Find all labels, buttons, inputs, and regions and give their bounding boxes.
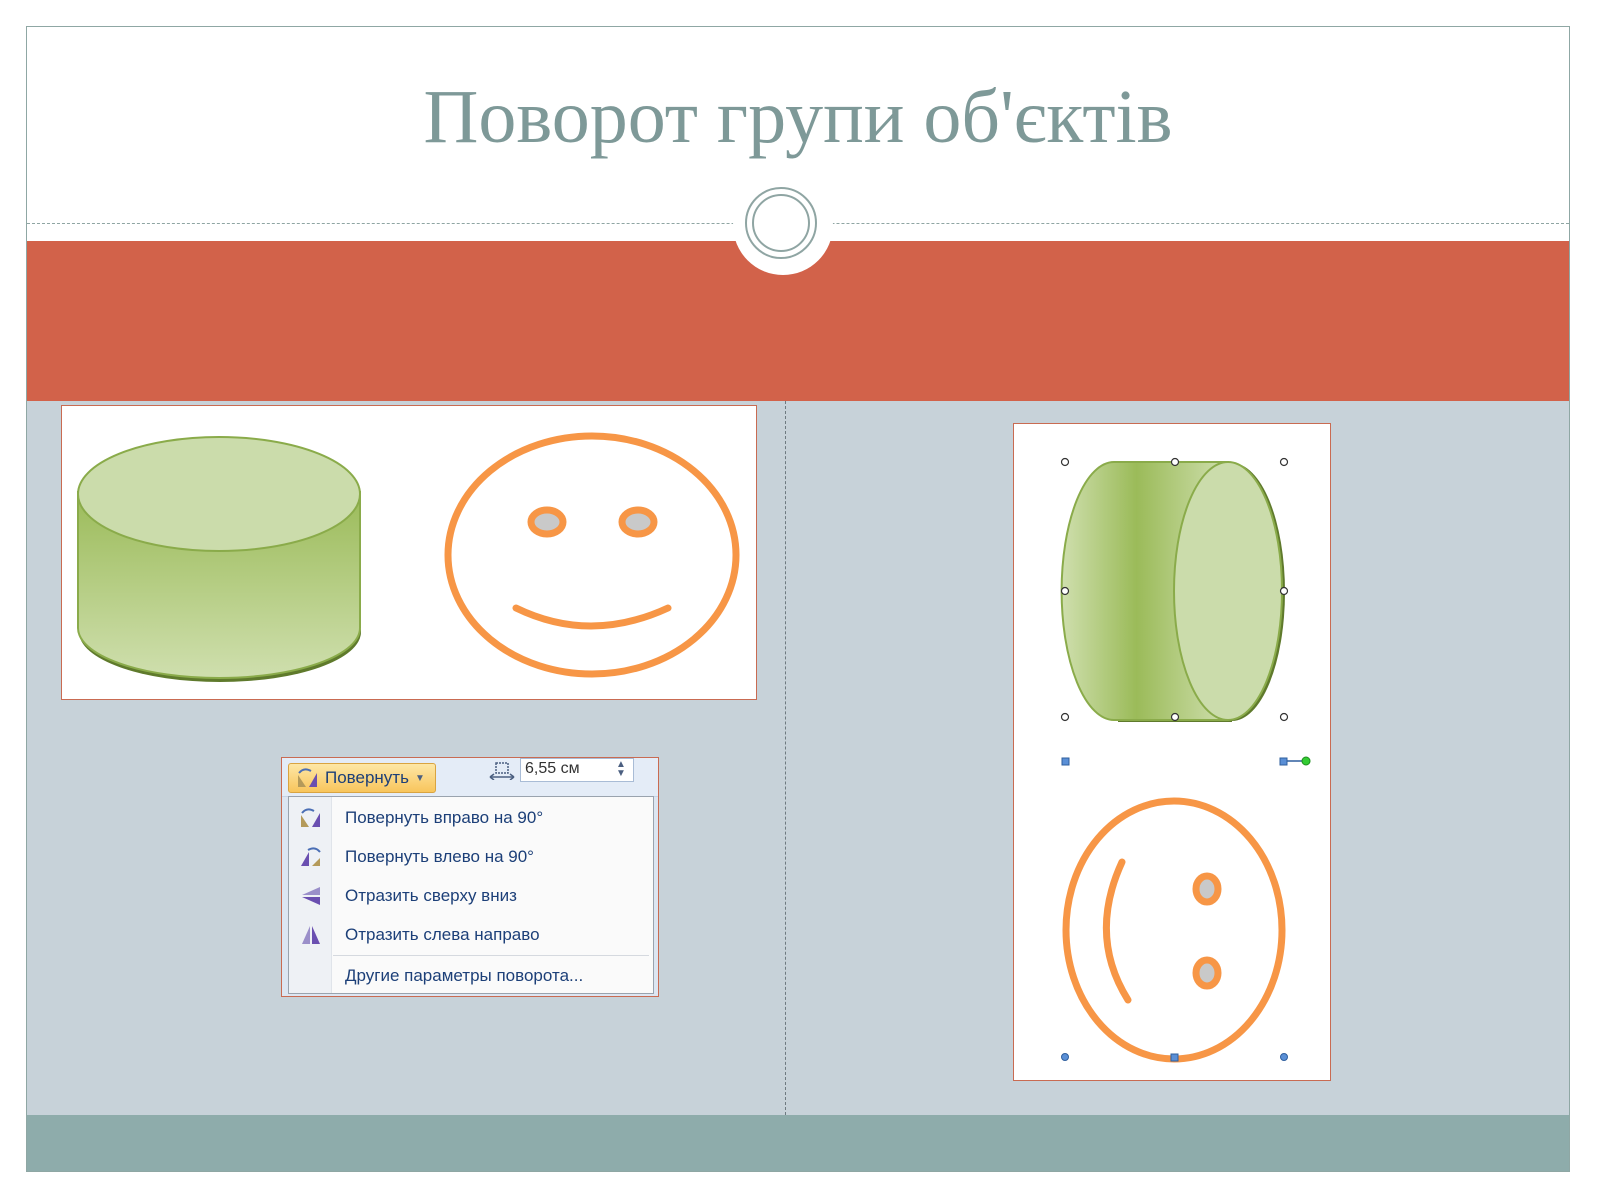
menu-item-flip-vertical[interactable]: Отразить сверху вниз xyxy=(289,877,653,915)
menu-item-label: Отразить слева направо xyxy=(345,925,540,944)
decorative-circle-icon xyxy=(733,175,833,275)
rotate-menu-screenshot: Повернуть ▼ 6,55 см ▲ ▼ Повернуть вправо… xyxy=(281,757,659,997)
menu-item-more-rotation-options[interactable]: Другие параметры поворота... xyxy=(289,957,653,995)
rotated-smiley-face-shape[interactable] xyxy=(1062,797,1286,1063)
menu-item-rotate-left[interactable]: Повернуть влево на 90° xyxy=(289,838,653,876)
menu-item-flip-horizontal[interactable]: Отразить слева направо xyxy=(289,916,653,954)
rotate-left-icon xyxy=(297,845,325,869)
slide: Поворот групи об'єктів Повернуть ▼ 6,55 … xyxy=(26,26,1570,1172)
rotate-right-icon xyxy=(297,806,325,830)
column-divider xyxy=(785,401,786,1115)
menu-item-label: Отразить сверху вниз xyxy=(345,886,517,905)
footer-band xyxy=(27,1115,1569,1171)
menu-item-rotate-right[interactable]: Повернуть вправо на 90° xyxy=(289,799,653,837)
flip-vertical-icon xyxy=(297,884,325,908)
original-objects-panel xyxy=(61,405,757,700)
cylinder-shape[interactable] xyxy=(77,436,361,682)
width-icon xyxy=(488,760,516,781)
rotated-cylinder-shape[interactable] xyxy=(1060,461,1285,722)
rotated-group-panel xyxy=(1013,423,1331,1081)
rotate-button-label: Повернуть xyxy=(325,768,409,787)
menu-item-label: Повернуть влево на 90° xyxy=(345,847,534,866)
flip-horizontal-icon xyxy=(297,923,325,947)
rotate-dropdown-menu: Повернуть вправо на 90° Повернуть влево … xyxy=(288,796,654,994)
menu-separator xyxy=(333,955,649,956)
rotate-icon xyxy=(295,767,321,789)
menu-item-label: Другие параметры поворота... xyxy=(345,966,584,985)
rotate-button[interactable]: Повернуть ▼ xyxy=(288,763,436,793)
slide-title: Поворот групи об'єктів xyxy=(423,75,1173,159)
menu-item-label: Повернуть вправо на 90° xyxy=(345,808,544,827)
content-area: Повернуть ▼ 6,55 см ▲ ▼ Повернуть вправо… xyxy=(27,401,1569,1115)
spinner-icon[interactable]: ▲ ▼ xyxy=(616,760,626,779)
chevron-down-icon: ▼ xyxy=(414,772,425,784)
smiley-face-shape[interactable] xyxy=(444,432,740,678)
